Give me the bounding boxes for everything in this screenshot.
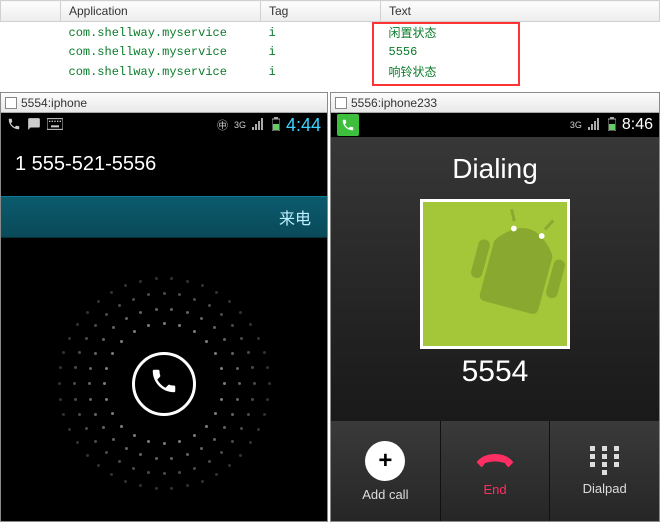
chat-icon (27, 117, 41, 134)
end-call-icon (475, 445, 515, 476)
log-tag: i (261, 22, 381, 44)
signal-icon (588, 118, 602, 133)
log-app: com.shellway.myservice (61, 43, 261, 61)
net-icon: 3G (234, 120, 246, 130)
plus-icon: + (365, 441, 405, 481)
log-text: 闲置状态 (381, 22, 660, 44)
clock: 8:46 (622, 116, 653, 134)
dialed-number: 5554 (331, 355, 659, 389)
battery-icon (608, 117, 616, 134)
dialpad-button[interactable]: Dialpad (550, 421, 659, 521)
emulator-title-text: 5556:iphone233 (351, 96, 437, 110)
log-tag: i (261, 43, 381, 61)
add-call-label: Add call (362, 487, 408, 502)
dialpad-label: Dialpad (583, 481, 627, 496)
lang-icon: ㊥ (217, 117, 228, 133)
add-call-button[interactable]: + Add call (331, 421, 441, 521)
status-bar: 3G 8:46 (331, 113, 659, 137)
log-col-tag[interactable]: Tag (261, 1, 381, 22)
emulator-title-text: 5554:iphone (21, 96, 87, 110)
emulator-5554: 5554:iphone ㊥ 3G 4:44 1 555-521-5556 来电 (0, 92, 328, 522)
log-row[interactable]: com.shellway.myservice i 5556 (1, 43, 660, 61)
log-col-application[interactable]: Application (61, 1, 261, 22)
contact-avatar (420, 199, 570, 349)
incoming-label: 来电 (1, 196, 327, 238)
caller-number: 1 555-521-5556 (1, 137, 327, 196)
log-tag: i (261, 61, 381, 82)
log-app: com.shellway.myservice (61, 61, 261, 82)
incoming-call-ring[interactable] (1, 238, 327, 498)
end-call-button[interactable]: End (441, 421, 551, 521)
clock: 4:44 (286, 115, 321, 136)
log-text: 响铃状态 (381, 61, 660, 82)
answer-handle[interactable] (132, 352, 196, 416)
phone-icon (149, 366, 179, 401)
log-row[interactable]: com.shellway.myservice i 闲置状态 (1, 22, 660, 44)
log-app: com.shellway.myservice (61, 22, 261, 44)
in-call-action-bar: + Add call End Dialpad (331, 421, 659, 521)
log-table: Application Tag Text com.shellway.myserv… (0, 0, 660, 82)
android-icon (423, 199, 567, 349)
status-bar: ㊥ 3G 4:44 (1, 113, 327, 137)
emulator-5556: 5556:iphone233 3G 8:46 Dialing (330, 92, 660, 522)
emulator-titlebar[interactable]: 5554:iphone (1, 93, 327, 113)
battery-icon (272, 117, 280, 134)
log-text: 5556 (381, 43, 660, 61)
dialpad-icon (587, 447, 623, 475)
window-icon (5, 97, 17, 109)
signal-icon (252, 118, 266, 133)
net-icon: 3G (570, 120, 582, 130)
log-row[interactable]: com.shellway.myservice i 响铃状态 (1, 61, 660, 82)
emulator-titlebar[interactable]: 5556:iphone233 (331, 93, 659, 113)
dialing-label: Dialing (331, 153, 659, 185)
log-col-blank[interactable] (1, 1, 61, 22)
log-col-text[interactable]: Text (381, 1, 660, 22)
window-icon (335, 97, 347, 109)
keyboard-icon (47, 118, 63, 133)
end-call-label: End (483, 482, 506, 497)
call-active-icon (337, 114, 359, 136)
phone-icon (7, 117, 21, 134)
